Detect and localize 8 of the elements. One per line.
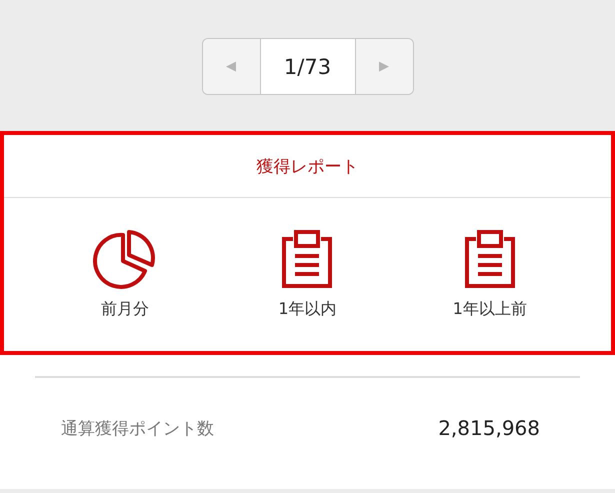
- total-points-label: 通算獲得ポイント数: [61, 418, 214, 440]
- report-link[interactable]: 前月分: [55, 229, 196, 320]
- report-link[interactable]: 1年以内: [237, 229, 378, 320]
- page-number: 1/73: [260, 39, 356, 94]
- total-points-value: 2,815,968: [438, 416, 540, 440]
- pie-chart-icon: [93, 229, 158, 289]
- report-title: 獲得レポート: [4, 135, 611, 198]
- report-link[interactable]: 1年以上前: [420, 229, 560, 320]
